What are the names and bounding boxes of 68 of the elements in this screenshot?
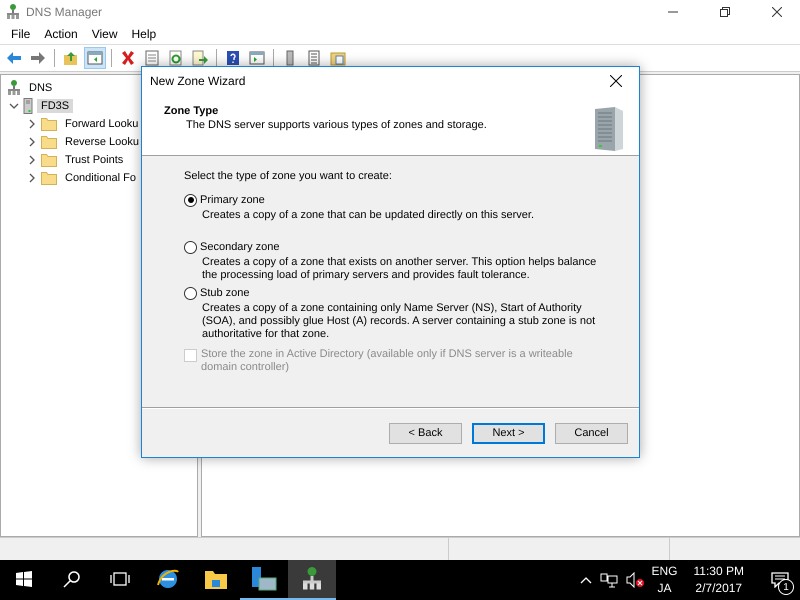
folder-icon	[41, 171, 57, 185]
option-label[interactable]: Stub zone	[200, 287, 250, 299]
radio-button[interactable]	[184, 194, 197, 206]
option-description: Creates a copy of a zone that can be updated directly on this server.	[201, 209, 536, 222]
console-tree-icon	[87, 50, 103, 66]
network-status-icon[interactable]	[600, 572, 618, 588]
expand-chevron-icon[interactable]	[27, 119, 37, 129]
wizard-button[interactable]: Cancel	[555, 422, 628, 444]
folder-icon	[41, 117, 57, 131]
page-heading: Zone Type	[164, 105, 220, 117]
tree-item[interactable]: DNS	[25, 81, 56, 95]
notification-count: 1	[778, 579, 794, 595]
expand-chevron-icon[interactable]	[27, 137, 37, 147]
forward-arrow-icon	[30, 50, 46, 66]
taskbar-app[interactable]	[288, 560, 336, 600]
tree-item[interactable]: Reverse Looku	[61, 135, 143, 149]
expand-chevron-icon[interactable]	[27, 155, 37, 165]
menu-item[interactable]: Action	[37, 27, 85, 41]
browser-icon[interactable]	[156, 567, 180, 591]
tree-item[interactable]: Trust Points	[61, 153, 128, 167]
collapse-chevron-icon[interactable]	[9, 101, 19, 111]
option-label[interactable]: Primary zone	[200, 194, 265, 206]
close-icon	[772, 7, 782, 17]
input-language[interactable]: ENG JA	[652, 563, 678, 597]
option-description: Creates a copy of a zone that exists on another server. This option helps balance the processing load of primary servers and provides fault tolerance.	[201, 256, 598, 282]
tree-item[interactable]: FD3S	[37, 99, 74, 113]
tree-item[interactable]: Conditional Fo	[61, 171, 140, 185]
dialog-title: New Zone Wizard	[150, 74, 246, 88]
chevron-up-icon[interactable]	[580, 576, 592, 584]
back-arrow-icon	[6, 50, 22, 66]
muted-speaker-icon[interactable]	[626, 572, 644, 588]
wizard-button[interactable]: Next >	[472, 422, 545, 444]
delete-icon	[120, 50, 136, 66]
restore-icon	[720, 7, 730, 17]
menu-item[interactable]: File	[4, 27, 38, 41]
clock[interactable]: 11:30 PM 2/7/2017	[686, 563, 752, 597]
help-icon	[225, 50, 241, 66]
server-icon	[23, 98, 33, 114]
task-view-icon	[110, 572, 130, 586]
close-icon	[610, 75, 622, 87]
option-label[interactable]: Secondary zone	[200, 241, 280, 253]
option-description: Creates a copy of a zone containing only Name Server (NS), Start of Authority (SOA), and possibly glue Host (A) records. A server containing a stub zone is not authoritative for that zone.	[201, 302, 596, 341]
radio-button[interactable]	[184, 240, 197, 254]
folder-icon	[41, 135, 57, 149]
tree-item[interactable]: Forward Looku	[61, 117, 142, 131]
action-pane-icon	[249, 50, 265, 66]
page-description: The DNS server supports various types of zones and storage.	[185, 119, 488, 131]
prompt-text: Select the type of zone you want to create:	[184, 170, 393, 182]
export-list-icon	[192, 50, 208, 66]
folder-up-icon	[63, 50, 79, 66]
server-toolbox-icon[interactable]	[250, 566, 278, 592]
folder-icon[interactable]	[204, 568, 228, 590]
windows-icon	[16, 571, 32, 587]
radio-button[interactable]	[184, 286, 197, 300]
action-center-button[interactable]: 1	[760, 560, 800, 600]
wizard-button[interactable]: < Back	[389, 422, 462, 444]
menu-item[interactable]: Help	[124, 27, 164, 41]
expand-chevron-icon[interactable]	[27, 173, 37, 183]
network-icon[interactable]	[301, 567, 323, 591]
folder-icon	[41, 153, 57, 167]
network-icon	[6, 4, 20, 20]
message-icon	[771, 572, 789, 588]
search-icon	[63, 570, 81, 588]
window-title: DNS Manager	[26, 5, 104, 19]
network-icon	[7, 80, 21, 96]
menu-item[interactable]: View	[84, 27, 124, 41]
checkbox-label: Store the zone in Active Directory (available only if DNS server is a writeable domain controller)	[201, 348, 574, 374]
toolbar-button[interactable]	[84, 47, 106, 69]
